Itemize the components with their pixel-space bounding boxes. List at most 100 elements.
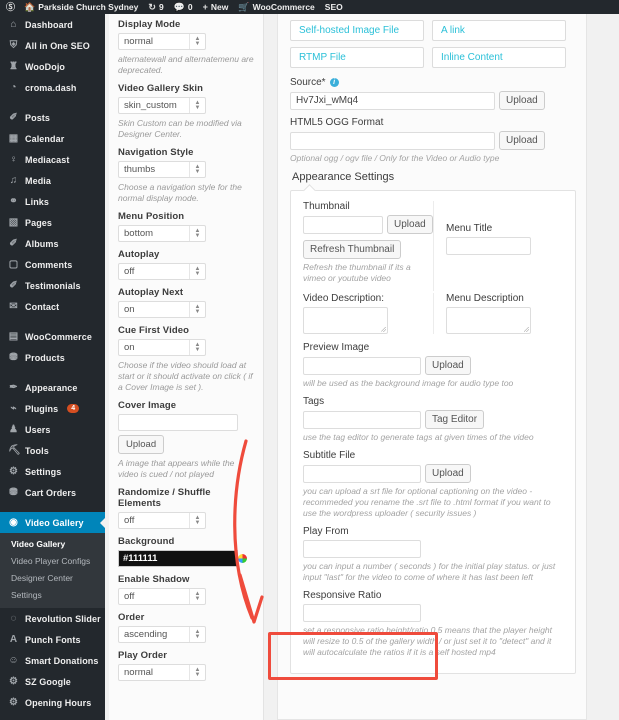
sidebar-item-mediacast[interactable]: ♀ Mediacast [0,149,105,170]
chevron-updown-icon[interactable]: ▲ ▼ [189,340,205,355]
chevron-updown-icon[interactable]: ▲ ▼ [189,302,205,317]
seo-item[interactable]: SEO [320,0,348,14]
play-from-input[interactable] [303,540,421,558]
sidebar-menu: ⌂ Dashboard ⛨ All in One SEO ♜ WooDojo ◔ croma.… [0,14,105,533]
comments-item[interactable]: 💬 0 [169,0,198,14]
chevron-updown-icon[interactable]: ▲ ▼ [189,162,205,177]
sidebar-item-woocommerce[interactable]: ▤ WooCommerce [0,326,105,347]
sidebar-item-smart-donations[interactable]: ☺ Smart Donations [0,650,105,671]
info-icon[interactable]: i [329,78,339,87]
sidebar-item-contact[interactable]: ✉ Contact [0,296,105,317]
sidebar-item-appearance[interactable]: ✒ Appearance [0,377,105,398]
update-badge: 4 [67,403,80,414]
font-icon: A [9,633,18,645]
type-button-self-hosted-image[interactable]: Self-hosted Image File [290,20,424,41]
chevron-updown-icon[interactable]: ▲ ▼ [189,34,205,49]
sidebar-item-products[interactable]: ⛃ Products [0,347,105,368]
background-color-input[interactable]: #111111 [118,550,247,567]
sidebar-item-croma-dash[interactable]: ◔ croma.dash [0,77,105,98]
type-button-a-link[interactable]: A link [432,20,566,41]
sidebar-item-woodojo[interactable]: ♜ WooDojo [0,56,105,77]
preview-image-upload-button[interactable]: Upload [425,356,471,375]
cue-first-video-select[interactable]: on ▲ ▼ [118,339,206,356]
refresh-thumbnail-button[interactable]: Refresh Thumbnail [303,240,402,259]
sidebar-item-testimonials[interactable]: ✐ Testimonials [0,275,105,296]
sidebar-item-opening-hours[interactable]: ⚙ Opening Hours [0,692,105,713]
appearance-settings-title: Appearance Settings [292,171,395,183]
field-hint: Skin Custom can be modified via Designer… [118,118,242,139]
sidebar-item-comments[interactable]: ▢ Comments [0,254,105,275]
submenu-item-settings[interactable]: Settings [0,587,105,604]
menu-position-select[interactable]: bottom ▲ ▼ [118,225,206,242]
chevron-updown-icon[interactable]: ▲ ▼ [189,589,205,604]
sidebar-item-dashboard[interactable]: ⌂ Dashboard [0,14,105,35]
wordpress-logo-icon[interactable]: Ⓢ [0,0,19,14]
thumbnail-upload-button[interactable]: Upload [387,215,433,234]
chevron-updown-icon[interactable]: ▲ ▼ [189,226,205,241]
enable-shadow-select[interactable]: off ▲ ▼ [118,588,206,605]
tag-editor-button[interactable]: Tag Editor [425,410,485,429]
ogg-upload-button[interactable]: Upload [499,131,545,150]
source-label-text: Source* [290,77,326,88]
chevron-updown-icon[interactable]: ▲ ▼ [189,513,205,528]
field-play-order: Play Order normal ▲ ▼ [118,650,255,681]
navigation-style-select[interactable]: thumbs ▲ ▼ [118,161,206,178]
randomize-shuffle-elements-select[interactable]: off ▲ ▼ [118,512,206,529]
preview-image-input[interactable] [303,356,421,375]
sidebar-item-media[interactable]: ♫ Media [0,170,105,191]
source-input[interactable]: Hv7Jxi_wMq4 [290,91,495,110]
select-value: on [124,304,135,315]
sidebar-item-links[interactable]: ⚭ Links [0,191,105,212]
sidebar-item-calendar[interactable]: ▦ Calendar [0,128,105,149]
field-label: Cover Image [118,400,177,411]
ogg-input[interactable] [290,131,495,150]
video-gallery-skin-select[interactable]: skin_custom ▲ ▼ [118,97,206,114]
type-button-rtmp-file[interactable]: RTMP File [290,47,424,68]
thumbnail-input[interactable] [303,215,383,234]
play-order-select[interactable]: normal ▲ ▼ [118,664,206,681]
sidebar-item-plugins[interactable]: ⌁ Plugins 4 [0,398,105,419]
tags-input[interactable] [303,410,421,429]
submenu-item-video-player-configs[interactable]: Video Player Configs [0,553,105,570]
woocommerce-item[interactable]: 🛒 WooCommerce [233,0,319,14]
autoplay-select[interactable]: off ▲ ▼ [118,263,206,280]
sidebar-item-posts[interactable]: ✐ Posts [0,107,105,128]
sidebar-item-users[interactable]: ♟ Users [0,419,105,440]
sidebar-item-albums[interactable]: ✐ Albums [0,233,105,254]
sidebar-item-revolution-slider[interactable]: ◌ Revolution Slider [0,608,105,629]
video-description-textarea[interactable] [303,307,388,334]
sidebar-item-punch-fonts[interactable]: A Punch Fonts [0,629,105,650]
type-button-inline-content[interactable]: Inline Content [432,47,566,68]
chevron-updown-icon[interactable]: ▲ ▼ [189,665,205,680]
sidebar-item-tools[interactable]: ⛏ Tools [0,440,105,461]
order-select[interactable]: ascending ▲ ▼ [118,626,206,643]
cover-image-input[interactable] [118,414,238,431]
new-content-item[interactable]: + New [198,0,234,14]
menu-description-textarea[interactable] [446,307,531,334]
chevron-updown-icon[interactable]: ▲ ▼ [189,264,205,279]
sidebar-item-label: Punch Fonts [25,634,81,645]
color-wheel-icon[interactable] [238,554,247,563]
chevron-updown-icon[interactable]: ▲ ▼ [189,627,205,642]
sidebar-item-cart-orders[interactable]: ⛃ Cart Orders [0,482,105,503]
sidebar-item-pages[interactable]: ▧ Pages [0,212,105,233]
source-upload-button[interactable]: Upload [499,91,545,110]
pin-icon: ✐ [9,279,18,291]
display-mode-select[interactable]: normal ▲ ▼ [118,33,206,50]
chevron-updown-icon[interactable]: ▲ ▼ [189,98,205,113]
menu-title-input[interactable] [446,237,531,255]
submenu-item-video-gallery[interactable]: Video Gallery [0,536,105,553]
sidebar-item-sz-google[interactable]: ⚙ SZ Google [0,671,105,692]
subtitle-file-input[interactable] [303,464,421,483]
sidebar-item-all-in-one-seo[interactable]: ⛨ All in One SEO [0,35,105,56]
sidebar-item-settings[interactable]: ⚙ Settings [0,461,105,482]
autoplay-next-select[interactable]: on ▲ ▼ [118,301,206,318]
submenu-item-designer-center[interactable]: Designer Center [0,570,105,587]
subtitle-file-upload-button[interactable]: Upload [425,464,471,483]
cover-image-upload-button[interactable]: Upload [118,435,165,454]
link-icon: ⚭ [9,195,18,207]
responsive-ratio-input[interactable] [303,604,421,622]
updates-item[interactable]: ↻ 9 [143,0,168,14]
site-name-item[interactable]: 🏠 Parkside Church Sydney [19,0,143,14]
sidebar-item-video-gallery[interactable]: ◉ Video Gallery [0,512,105,533]
